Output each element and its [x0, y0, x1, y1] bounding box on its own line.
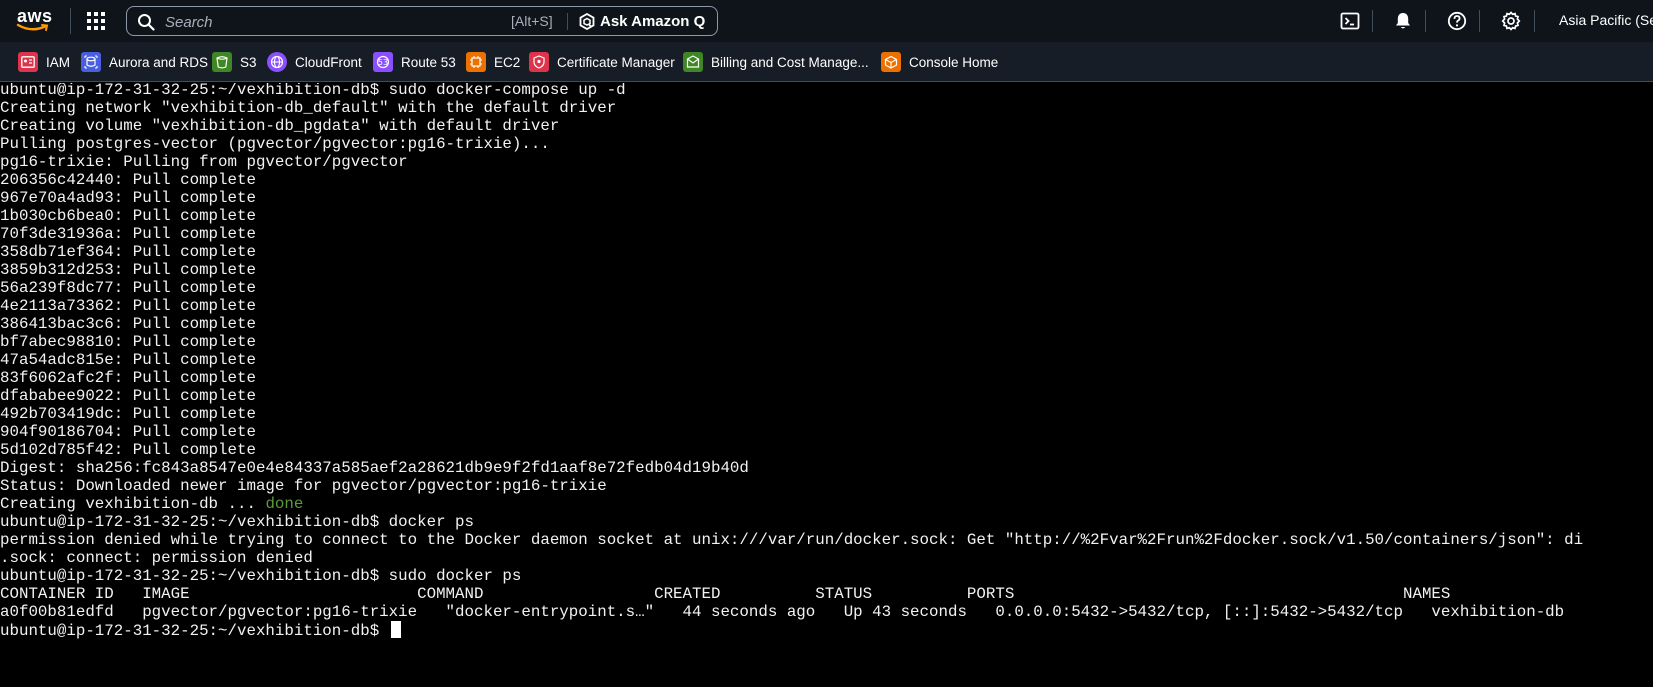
rds-icon	[81, 52, 101, 72]
favorite-s3[interactable]: S3	[212, 52, 257, 72]
favorite-cloudfront[interactable]: CloudFront	[267, 52, 362, 72]
terminal-line: ubuntu@ip-172-31-32-25:~/vexhibition-db$…	[0, 567, 522, 585]
console-home-icon	[881, 52, 901, 72]
region-selector[interactable]: Asia Pacific (Sec	[1559, 12, 1653, 28]
terminal-line: 83f6062afc2f: Pull complete	[0, 369, 256, 387]
terminal-prompt-line[interactable]: ubuntu@ip-172-31-32-25:~/vexhibition-db$	[0, 621, 401, 640]
terminal-line: 1b030cb6bea0: Pull complete	[0, 207, 256, 225]
terminal-line: 5d102d785f42: Pull complete	[0, 441, 256, 459]
cloudfront-icon	[267, 52, 287, 72]
help-icon[interactable]	[1447, 11, 1467, 31]
terminal-line: permission denied while trying to connec…	[0, 531, 1584, 549]
favorite-label: Billing and Cost Manage...	[711, 54, 869, 70]
terminal-line-text: Creating vexhibition-db ...	[0, 495, 266, 513]
favorite-label: Certificate Manager	[557, 54, 675, 70]
favorite-label: Route 53	[401, 54, 456, 70]
favorite-label: EC2	[494, 54, 521, 70]
nav-divider	[1479, 10, 1480, 32]
notifications-bell-icon[interactable]	[1393, 11, 1413, 31]
terminal-line: 904f90186704: Pull complete	[0, 423, 256, 441]
terminal-line: dfababee9022: Pull complete	[0, 387, 256, 405]
aws-smile-icon	[16, 23, 49, 31]
nav-divider	[70, 8, 71, 34]
nav-divider	[1425, 10, 1426, 32]
terminal-line: ubuntu@ip-172-31-32-25:~/vexhibition-db$…	[0, 83, 626, 99]
terminal-cursor	[390, 621, 401, 638]
terminal-line: ubuntu@ip-172-31-32-25:~/vexhibition-db$…	[0, 513, 474, 531]
terminal-line: Creating network "vexhibition-db_default…	[0, 99, 617, 117]
search-divider	[567, 13, 568, 30]
terminal-line: 4e2113a73362: Pull complete	[0, 297, 256, 315]
terminal-line: 70f3de31936a: Pull complete	[0, 225, 256, 243]
s3-icon	[212, 52, 232, 72]
favorite-ec2[interactable]: EC2	[466, 52, 520, 72]
status-done-text: done	[265, 495, 304, 513]
terminal-line: Digest: sha256:fc843a8547e0e4e84337a585a…	[0, 459, 749, 477]
terminal-line: Status: Downloaded newer image for pgvec…	[0, 477, 607, 495]
terminal-line: Creating volume "vexhibition-db_pgdata" …	[0, 117, 560, 135]
favorite-console-home[interactable]: Console Home	[881, 52, 998, 72]
terminal-line: bf7abec98810: Pull complete	[0, 333, 256, 351]
favorite-iam[interactable]: IAM	[18, 52, 70, 72]
favorite-label: CloudFront	[295, 54, 362, 70]
settings-gear-icon[interactable]	[1501, 11, 1521, 31]
favorite-label: IAM	[46, 54, 71, 70]
terminal-line: 358db71ef364: Pull complete	[0, 243, 256, 261]
favorite-route-53[interactable]: 53 Route 53	[373, 52, 456, 72]
search-icon	[138, 14, 155, 31]
billing-icon	[683, 52, 703, 72]
certificate-manager-icon	[529, 52, 549, 72]
terminal-line: pg16-trixie: Pulling from pgvector/pgvec…	[0, 153, 408, 171]
aws-logo[interactable]: aws	[14, 7, 54, 35]
terminal-line: 47a54adc815e: Pull complete	[0, 351, 256, 369]
top-navigation-bar: aws [Alt+S] Ask Ama	[0, 0, 1653, 42]
nav-divider	[1372, 10, 1373, 32]
docker-ps-table-header: CONTAINER ID IMAGE COMMAND CREATED STATU…	[0, 585, 1451, 603]
favorite-aurora-and-rds[interactable]: Aurora and RDS	[81, 52, 208, 72]
terminal-line: 206356c42440: Pull complete	[0, 171, 256, 189]
ask-amazon-q-button[interactable]: Ask Amazon Q	[579, 10, 705, 32]
terminal-output[interactable]: ubuntu@ip-172-31-32-25:~/vexhibition-db$…	[0, 83, 1653, 687]
svg-text:53: 53	[378, 58, 388, 67]
favorite-label: Console Home	[909, 54, 999, 70]
terminal-line: 56a239f8dc77: Pull complete	[0, 279, 256, 297]
search-shortcut-hint: [Alt+S]	[511, 13, 553, 29]
services-grid-icon[interactable]	[86, 11, 106, 31]
terminal-line: Pulling postgres-vector (pgvector/pgvect…	[0, 135, 550, 153]
terminal-line: 492b703419dc: Pull complete	[0, 405, 256, 423]
ec2-icon	[466, 52, 486, 72]
terminal-prompt: ubuntu@ip-172-31-32-25:~/vexhibition-db$	[0, 622, 389, 640]
terminal-line-creating-container: Creating vexhibition-db ... done	[0, 495, 303, 514]
route53-icon: 53	[373, 52, 393, 72]
terminal-line: 3859b312d253: Pull complete	[0, 261, 256, 279]
favorite-label: Aurora and RDS	[109, 54, 209, 70]
terminal-line: 967e70a4ad93: Pull complete	[0, 189, 256, 207]
ask-amazon-q-label: Ask Amazon Q	[600, 12, 706, 30]
favorite-certificate-manager[interactable]: Certificate Manager	[529, 52, 675, 72]
cloudshell-icon[interactable]	[1340, 11, 1360, 31]
iam-icon	[18, 52, 38, 72]
nav-divider	[1534, 10, 1535, 32]
terminal-line: 386413bac3c6: Pull complete	[0, 315, 256, 333]
favorite-label: S3	[240, 54, 257, 70]
search-bar[interactable]: [Alt+S] Ask Amazon Q	[126, 6, 718, 36]
search-input[interactable]	[163, 11, 487, 33]
favorite-billing-and-cost-management[interactable]: Billing and Cost Manage...	[683, 52, 869, 72]
terminal-line: .sock: connect: permission denied	[0, 549, 313, 567]
amazon-q-icon	[579, 12, 595, 30]
favorites-bar: IAM Aurora and RDS S3 CloudFront 53 Rout…	[0, 42, 1653, 82]
docker-ps-table-row: a0f00b81edfd pgvector/pgvector:pg16-trix…	[0, 603, 1565, 621]
